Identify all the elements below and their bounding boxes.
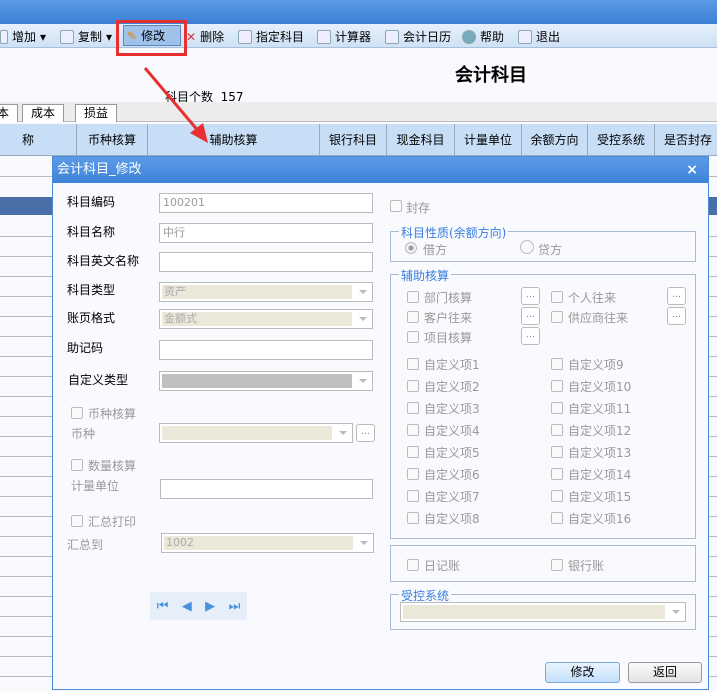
red-arrow: [143, 67, 208, 143]
